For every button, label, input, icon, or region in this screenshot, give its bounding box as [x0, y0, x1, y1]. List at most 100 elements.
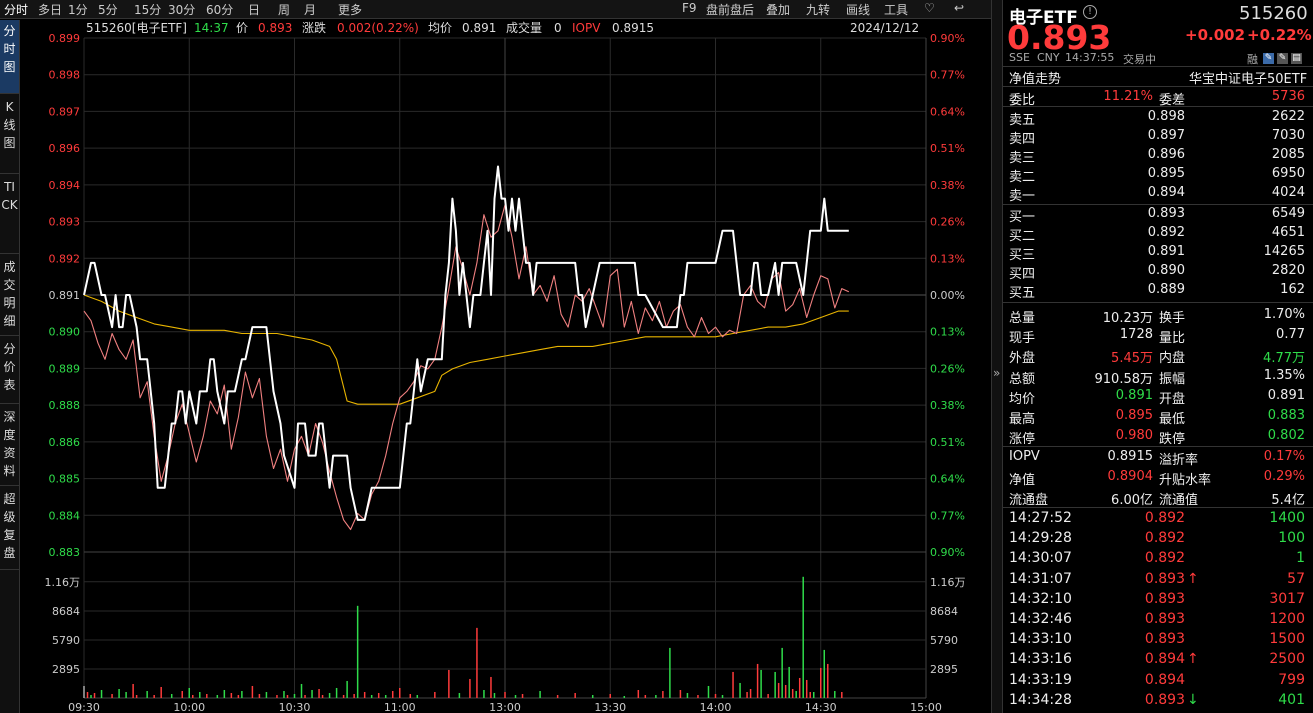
- book-price: 0.894: [1147, 185, 1185, 200]
- book-row[interactable]: 买二 0.892 4651: [1003, 224, 1313, 244]
- trade-volume: 1500: [1269, 631, 1305, 648]
- book-row[interactable]: 卖二 0.895 6950: [1003, 165, 1313, 185]
- trade-volume: 2500: [1269, 651, 1305, 668]
- stat-value: 0.17%: [1263, 449, 1305, 464]
- book-price: 0.896: [1147, 147, 1185, 162]
- currency: CNY: [1037, 51, 1060, 64]
- book-price: 0.897: [1147, 128, 1185, 143]
- y-tick-left: 0.898: [49, 69, 81, 82]
- trade-row: 14:33:10 0.893 1500: [1003, 630, 1313, 649]
- info-change-label: 涨跌: [302, 20, 326, 35]
- stat-value: 910.58万: [1094, 371, 1154, 387]
- y-tick-left: 0.885: [49, 473, 81, 486]
- stat-label: 溢折率: [1159, 453, 1199, 468]
- info-icon[interactable]: !: [1083, 5, 1097, 19]
- y-tick-left: 0.889: [49, 362, 81, 375]
- book-row[interactable]: 卖四 0.897 7030: [1003, 127, 1313, 147]
- edit-icon[interactable]: ✎: [1263, 53, 1274, 64]
- expand-icon[interactable]: »: [993, 366, 1000, 380]
- trade-volume: 799: [1278, 671, 1305, 688]
- stat-row: 均价 0.891 开盘 0.891: [1003, 387, 1313, 407]
- trade-time: 14:31:07: [1009, 570, 1072, 587]
- trade-time: 14:32:10: [1009, 590, 1072, 607]
- book-row[interactable]: 卖一 0.894 4024: [1003, 184, 1313, 204]
- trade-row: 14:33:19 0.894 799: [1003, 671, 1313, 690]
- trade-status: 交易中: [1123, 53, 1156, 66]
- trade-price: 0.893: [1144, 590, 1185, 607]
- panel-divider[interactable]: »: [991, 0, 1003, 713]
- book-label: 卖三: [1009, 151, 1036, 166]
- info-price: 0.893: [258, 21, 292, 35]
- book-row[interactable]: 买一 0.893 6549: [1003, 205, 1313, 225]
- quote-time: 14:37:55: [1065, 51, 1115, 64]
- y-tick-right: 0.77%: [930, 69, 965, 82]
- book-label: 买三: [1009, 248, 1036, 263]
- book-label: 买四: [1009, 267, 1036, 282]
- x-tick: 13:00: [489, 701, 521, 713]
- stat-value: 1.70%: [1263, 307, 1305, 322]
- trade-row: 14:27:52 0.892 1400: [1003, 509, 1313, 528]
- book-price: 0.895: [1147, 166, 1185, 181]
- stat-label: 换手: [1159, 311, 1186, 326]
- y-tick-right: 0.90%: [930, 546, 965, 559]
- stat-value: 4.77万: [1263, 351, 1305, 367]
- y-tick-right: 0.64%: [930, 473, 965, 486]
- book-row[interactable]: 卖三 0.896 2085: [1003, 146, 1313, 166]
- book-row[interactable]: 买五 0.889 162: [1003, 281, 1313, 301]
- y-tick-right: 0.64%: [930, 105, 965, 118]
- y-tick-right: 0.26%: [930, 362, 965, 375]
- trade-volume: 100: [1278, 530, 1305, 547]
- trade-price: 0.892: [1144, 550, 1185, 567]
- y-tick-left: 0.892: [49, 252, 81, 265]
- book-row[interactable]: 卖五 0.898 2622: [1003, 108, 1313, 128]
- book-row[interactable]: 买四 0.890 2820: [1003, 262, 1313, 282]
- stat-label: 升贴水率: [1159, 473, 1212, 489]
- stat-value: 0.77: [1276, 327, 1305, 343]
- pen-icon[interactable]: ✎: [1277, 53, 1288, 64]
- stat-label: 开盘: [1159, 391, 1186, 407]
- x-tick: 09:30: [68, 701, 100, 713]
- book-row[interactable]: 买三 0.891 14265: [1003, 243, 1313, 263]
- stat-label: 均价: [1009, 391, 1036, 407]
- index-name: 华宝中证电子50ETF: [1189, 72, 1308, 87]
- trade-time: 14:33:16: [1009, 651, 1072, 668]
- nav-trend-link[interactable]: 净值走势: [1009, 68, 1061, 87]
- trade-price: 0.894: [1144, 671, 1185, 688]
- stat-value: 0.891: [1115, 387, 1153, 403]
- x-tick: 13:30: [594, 701, 626, 713]
- info-avg: 0.891: [462, 21, 496, 35]
- y-tick-right: 0.38%: [930, 399, 965, 412]
- y-tick-right: 0.00%: [930, 289, 965, 302]
- stat-row: 总额 910.58万 振幅 1.35%: [1003, 367, 1313, 387]
- vol-tick-right: 2895: [930, 663, 958, 676]
- stat-value: 0.8904: [1107, 469, 1154, 485]
- y-tick-left: 0.886: [49, 436, 81, 449]
- book-volume: 4024: [1271, 185, 1305, 200]
- stat-value: 5.4亿: [1271, 493, 1305, 509]
- y-tick-left: 0.888: [49, 399, 81, 412]
- trade-volume: 57: [1287, 570, 1305, 587]
- trade-price: 0.892: [1144, 530, 1185, 547]
- y-tick-left: 0.891: [49, 289, 81, 302]
- y-tick-left: 0.883: [49, 546, 81, 559]
- trade-price: 0.893: [1144, 691, 1185, 708]
- book-label: 卖一: [1009, 189, 1036, 204]
- info-time: 14:37: [194, 21, 229, 35]
- stat-row: 流通盘 6.00亿 流通值 5.4亿: [1003, 488, 1313, 509]
- quote-panel: 电子ETF ! 515260 0.893 +0.002 +0.22% SSE C…: [1003, 0, 1313, 713]
- intraday-chart[interactable]: 515260[电子ETF] 14:37 价 0.893 涨跌 0.002(0.22%) 均价…: [0, 0, 991, 713]
- book-volume: 6950: [1271, 166, 1305, 181]
- book-label: 卖五: [1009, 113, 1036, 128]
- stat-value: 0.891: [1267, 387, 1305, 403]
- trade-price: 0.893: [1144, 631, 1185, 648]
- trade-row: 14:31:07 0.893 ↑ 57: [1003, 570, 1313, 589]
- y-tick-left: 0.884: [49, 509, 81, 522]
- book-price: 0.898: [1147, 109, 1185, 124]
- note-icon[interactable]: ▤: [1291, 53, 1302, 64]
- book-volume: 4651: [1271, 225, 1305, 240]
- trade-volume: 1400: [1269, 510, 1305, 526]
- stat-label: 净值: [1009, 473, 1036, 489]
- trade-time: 14:32:46: [1009, 611, 1072, 627]
- book-volume: 14265: [1263, 244, 1305, 259]
- info-vol-label: 成交量: [506, 20, 542, 35]
